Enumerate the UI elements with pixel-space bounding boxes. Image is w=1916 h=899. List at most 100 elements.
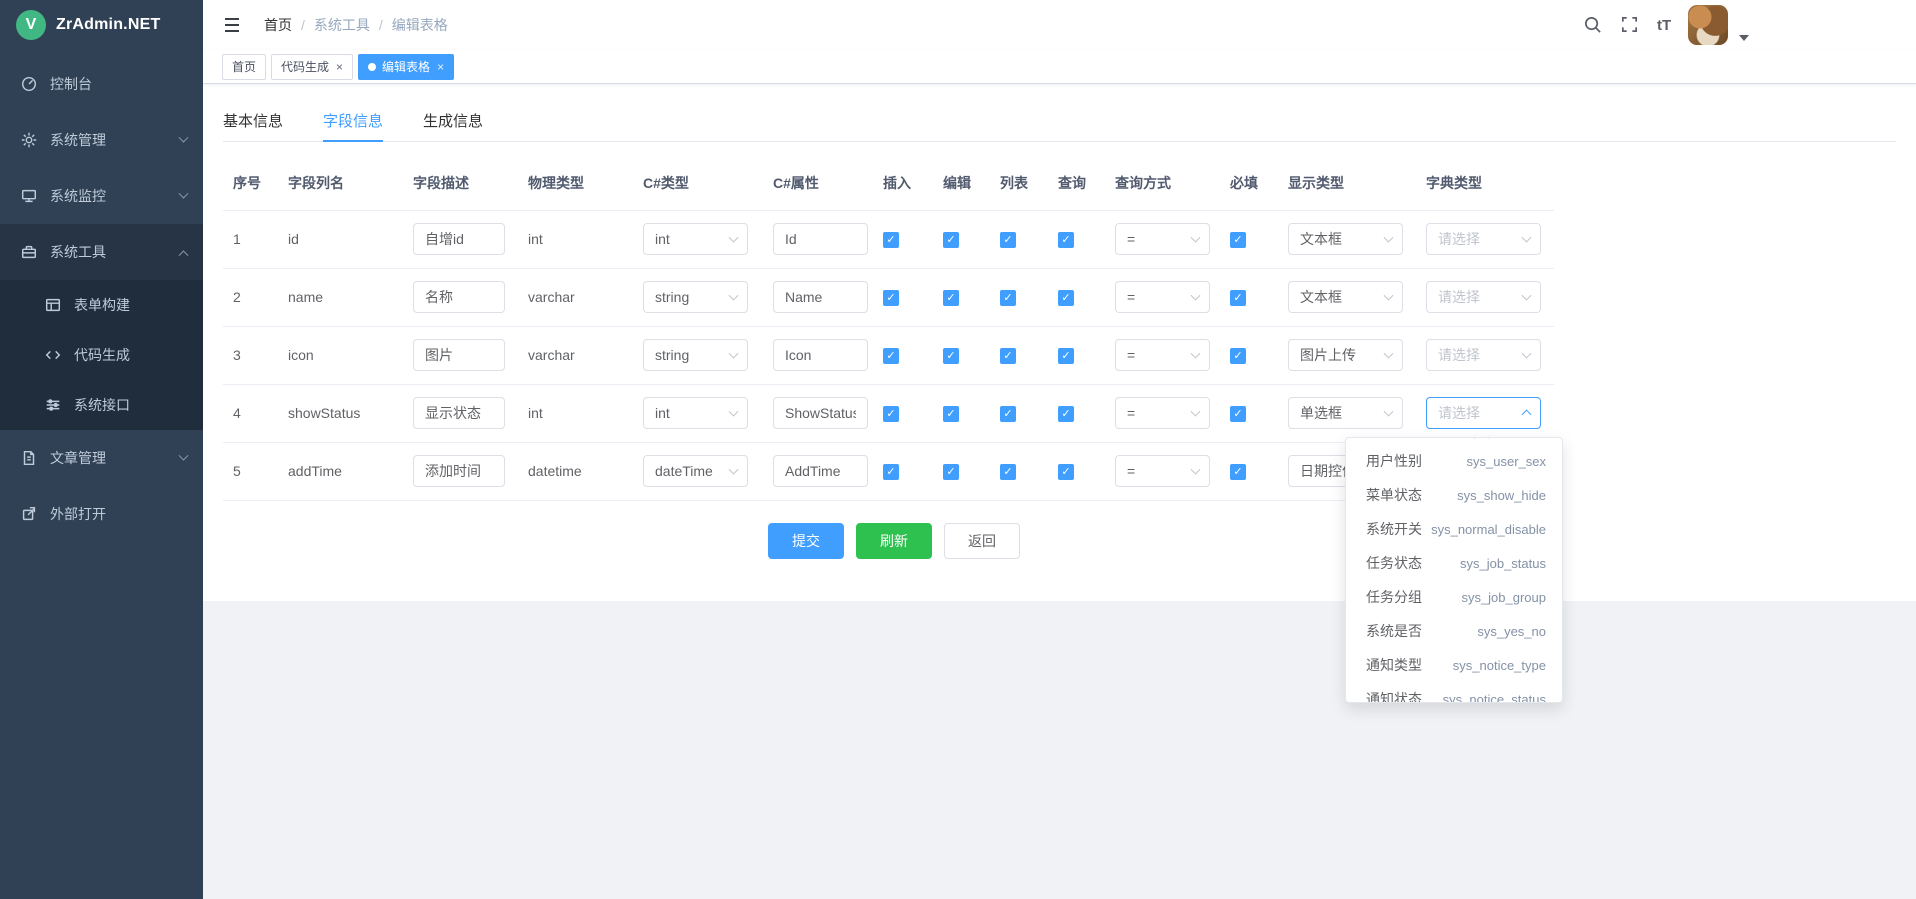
collapse-sidebar-icon[interactable]: [222, 15, 242, 35]
edit-checkbox[interactable]: [943, 290, 959, 306]
user-menu-caret-icon[interactable]: [1739, 35, 1749, 41]
query-mode-select[interactable]: =: [1115, 397, 1210, 429]
cs-prop-input[interactable]: [773, 339, 868, 371]
query-mode-select[interactable]: =: [1115, 455, 1210, 487]
cs-type-select[interactable]: string: [643, 281, 748, 313]
insert-checkbox[interactable]: [883, 464, 899, 480]
dict-type-select[interactable]: 请选择: [1426, 223, 1541, 255]
query-checkbox[interactable]: [1058, 348, 1074, 364]
cs-prop-input[interactable]: [773, 397, 868, 429]
dropdown-option[interactable]: 任务分组 sys_job_group: [1346, 580, 1562, 614]
app-logo[interactable]: V ZrAdmin.NET: [0, 0, 203, 50]
cs-type-select[interactable]: int: [643, 397, 748, 429]
display-type-select[interactable]: 图片上传: [1288, 339, 1403, 371]
field-desc-input[interactable]: [413, 397, 505, 429]
dropdown-option[interactable]: 用户性别 sys_user_sex: [1346, 444, 1562, 478]
cs-prop-input[interactable]: [773, 223, 868, 255]
tag-home[interactable]: 首页: [222, 54, 266, 80]
field-desc-input[interactable]: [413, 223, 505, 255]
query-mode-select[interactable]: =: [1115, 223, 1210, 255]
chevron-down-icon: [1384, 233, 1394, 243]
dropdown-option[interactable]: 系统是否 sys_yes_no: [1346, 614, 1562, 648]
app-title: ZrAdmin.NET: [56, 16, 160, 34]
sidebar-item-code-generation[interactable]: 代码生成: [0, 330, 203, 380]
field-name: id: [288, 231, 299, 247]
list-checkbox[interactable]: [1000, 464, 1016, 480]
display-type-select[interactable]: 文本框: [1288, 281, 1403, 313]
field-name: icon: [288, 347, 314, 363]
system-tools-submenu: 表单构建 代码生成 系统接口: [0, 280, 203, 430]
edit-checkbox[interactable]: [943, 406, 959, 422]
cs-type-select[interactable]: dateTime: [643, 455, 748, 487]
dropdown-option[interactable]: 菜单状态 sys_show_hide: [1346, 478, 1562, 512]
sidebar-item-dashboard[interactable]: 控制台: [0, 56, 203, 112]
query-checkbox[interactable]: [1058, 232, 1074, 248]
cs-type-select[interactable]: string: [643, 339, 748, 371]
insert-checkbox[interactable]: [883, 290, 899, 306]
sidebar-item-system-api[interactable]: 系统接口: [0, 380, 203, 430]
sidebar-item-system-management[interactable]: 系统管理: [0, 112, 203, 168]
close-icon[interactable]: ×: [336, 61, 343, 73]
insert-checkbox[interactable]: [883, 406, 899, 422]
query-checkbox[interactable]: [1058, 290, 1074, 306]
search-icon[interactable]: [1583, 15, 1603, 35]
dropdown-option[interactable]: 通知类型 sys_notice_type: [1346, 648, 1562, 682]
sidebar-item-external-open[interactable]: 外部打开: [0, 486, 203, 542]
breadcrumb-home[interactable]: 首页: [264, 15, 292, 35]
tag-code-generation[interactable]: 代码生成 ×: [271, 54, 353, 80]
info-tabs: 基本信息 字段信息 生成信息: [223, 102, 1896, 142]
refresh-button[interactable]: 刷新: [856, 523, 932, 559]
required-checkbox[interactable]: [1230, 464, 1246, 480]
required-checkbox[interactable]: [1230, 348, 1246, 364]
field-desc-input[interactable]: [413, 455, 505, 487]
dict-type-select[interactable]: 请选择: [1426, 339, 1541, 371]
dict-type-select-open[interactable]: 请选择: [1426, 397, 1541, 429]
sidebar-item-system-monitor[interactable]: 系统监控: [0, 168, 203, 224]
submit-button[interactable]: 提交: [768, 523, 844, 559]
fullscreen-icon[interactable]: [1620, 15, 1640, 35]
chevron-down-icon: [1522, 291, 1532, 301]
dropdown-option[interactable]: 任务状态 sys_job_status: [1346, 546, 1562, 580]
close-icon[interactable]: ×: [437, 61, 444, 73]
list-checkbox[interactable]: [1000, 232, 1016, 248]
field-desc-input[interactable]: [413, 281, 505, 313]
dropdown-option[interactable]: 系统开关 sys_normal_disable: [1346, 512, 1562, 546]
breadcrumb-system-tools[interactable]: 系统工具: [314, 15, 370, 35]
required-checkbox[interactable]: [1230, 232, 1246, 248]
tag-edit-table[interactable]: 编辑表格 ×: [358, 54, 454, 80]
cs-prop-input[interactable]: [773, 455, 868, 487]
back-button[interactable]: 返回: [944, 523, 1020, 559]
required-checkbox[interactable]: [1230, 406, 1246, 422]
display-type-select[interactable]: 文本框: [1288, 223, 1403, 255]
list-checkbox[interactable]: [1000, 406, 1016, 422]
list-checkbox[interactable]: [1000, 348, 1016, 364]
required-checkbox[interactable]: [1230, 290, 1246, 306]
font-size-icon[interactable]: tT: [1657, 17, 1671, 34]
query-checkbox[interactable]: [1058, 406, 1074, 422]
query-mode-select[interactable]: =: [1115, 339, 1210, 371]
query-mode-select[interactable]: =: [1115, 281, 1210, 313]
insert-checkbox[interactable]: [883, 348, 899, 364]
edit-checkbox[interactable]: [943, 464, 959, 480]
display-type-select[interactable]: 单选框: [1288, 397, 1403, 429]
tab-basic-info[interactable]: 基本信息: [223, 102, 283, 141]
cs-type-select[interactable]: int: [643, 223, 748, 255]
col-header: 显示类型: [1278, 156, 1416, 210]
tab-field-info[interactable]: 字段信息: [323, 102, 383, 141]
dict-type-select[interactable]: 请选择: [1426, 281, 1541, 313]
dropdown-option[interactable]: 通知状态 sys_notice_status: [1346, 682, 1562, 703]
sidebar-item-article-management[interactable]: 文章管理: [0, 430, 203, 486]
user-avatar[interactable]: [1688, 5, 1728, 45]
sidebar-item-label: 代码生成: [74, 345, 130, 365]
cs-prop-input[interactable]: [773, 281, 868, 313]
query-checkbox[interactable]: [1058, 464, 1074, 480]
insert-checkbox[interactable]: [883, 232, 899, 248]
tab-generate-info[interactable]: 生成信息: [423, 102, 483, 141]
sidebar-item-system-tools[interactable]: 系统工具: [0, 224, 203, 280]
list-checkbox[interactable]: [1000, 290, 1016, 306]
field-desc-input[interactable]: [413, 339, 505, 371]
col-header: C#类型: [633, 156, 763, 210]
edit-checkbox[interactable]: [943, 232, 959, 248]
edit-checkbox[interactable]: [943, 348, 959, 364]
sidebar-item-form-builder[interactable]: 表单构建: [0, 280, 203, 330]
